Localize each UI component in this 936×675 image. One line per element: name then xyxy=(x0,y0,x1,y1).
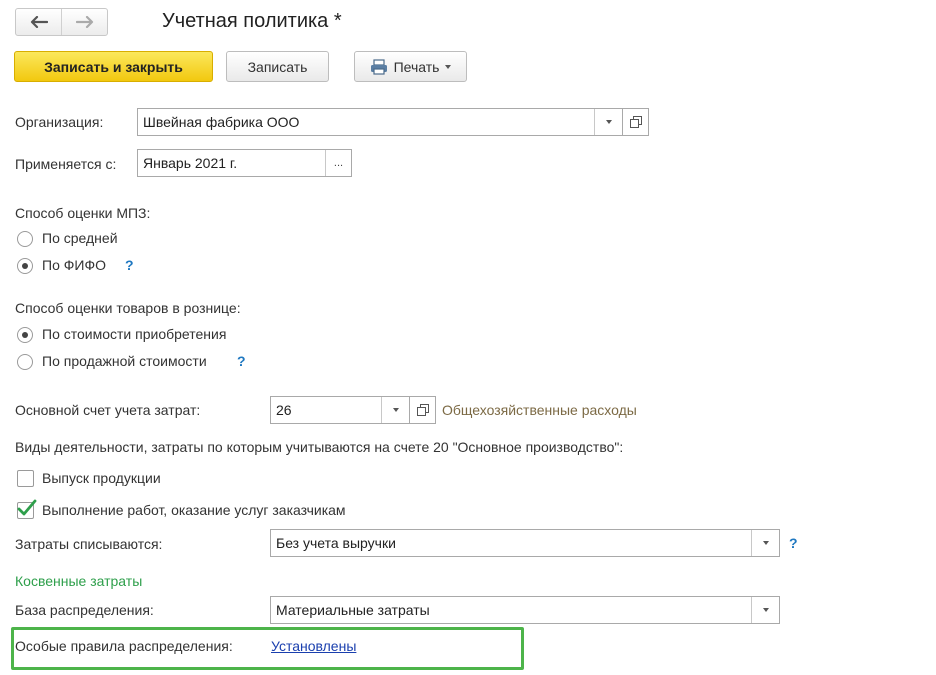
write-off-help-icon[interactable]: ? xyxy=(789,535,798,551)
checkbox-services-label: Выполнение работ, оказание услуг заказчи… xyxy=(42,502,346,518)
organization-field[interactable]: Швейная фабрика ООО xyxy=(137,108,623,136)
radio-selected-dot xyxy=(22,332,28,338)
radio-average-label: По средней xyxy=(42,230,118,246)
chevron-down-icon xyxy=(762,608,769,612)
save-button[interactable]: Записать xyxy=(226,51,329,82)
radio-fifo[interactable] xyxy=(17,258,33,274)
cost-account-field[interactable]: 26 xyxy=(270,396,410,424)
back-button[interactable] xyxy=(16,9,61,35)
distribution-base-field[interactable]: Материальные затраты xyxy=(270,596,780,624)
distribution-base-dropdown-button[interactable] xyxy=(751,597,779,623)
page-title: Учетная политика * xyxy=(162,10,342,32)
cost-account-value: 26 xyxy=(276,402,292,418)
cost-account-label: Основной счет учета затрат: xyxy=(15,402,201,418)
organization-open-button[interactable] xyxy=(623,108,649,136)
chevron-down-icon xyxy=(762,541,769,545)
mpz-help-icon[interactable]: ? xyxy=(125,257,134,273)
organization-value: Швейная фабрика ООО xyxy=(143,114,300,130)
print-label: Печать xyxy=(393,58,440,75)
retail-help-icon[interactable]: ? xyxy=(237,353,246,369)
radio-selected-dot xyxy=(22,263,28,269)
applies-from-value: Январь 2021 г. xyxy=(143,155,238,171)
chevron-down-icon xyxy=(445,64,452,69)
printer-icon xyxy=(370,58,387,75)
checkmark-icon xyxy=(17,499,37,516)
indirect-costs-title: Косвенные затраты xyxy=(15,573,143,589)
navigation-group xyxy=(15,8,108,36)
arrow-right-icon xyxy=(75,16,93,28)
print-button[interactable]: Печать xyxy=(354,51,467,82)
period-picker-button[interactable]: ... xyxy=(325,150,351,176)
checkbox-services[interactable] xyxy=(17,499,37,519)
radio-average[interactable] xyxy=(17,231,33,247)
checkbox-production[interactable] xyxy=(17,470,34,487)
distribution-base-label: База распределения: xyxy=(15,602,154,618)
cost-account-description[interactable]: Общехозяйственные расходы xyxy=(442,402,637,418)
radio-sale-cost-label: По продажной стоимости xyxy=(42,353,207,369)
forward-button[interactable] xyxy=(61,9,107,35)
write-off-label: Затраты списываются: xyxy=(15,536,163,552)
write-off-dropdown-button[interactable] xyxy=(751,530,779,556)
applies-from-field[interactable]: Январь 2021 г. ... xyxy=(137,149,352,177)
organization-label: Организация: xyxy=(15,114,104,130)
radio-purchase-cost-label: По стоимости приобретения xyxy=(42,326,227,342)
chevron-down-icon xyxy=(392,408,399,412)
radio-fifo-label: По ФИФО xyxy=(42,257,106,273)
radio-sale-cost[interactable] xyxy=(17,354,33,370)
cost-account-dropdown-button[interactable] xyxy=(381,397,409,423)
distribution-rules-label: Особые правила распределения: xyxy=(15,638,233,654)
write-off-value: Без учета выручки xyxy=(276,535,396,551)
distribution-base-value: Материальные затраты xyxy=(276,602,430,618)
distribution-rules-link[interactable]: Установлены xyxy=(271,638,356,654)
cost-account-open-button[interactable] xyxy=(410,396,436,424)
radio-purchase-cost[interactable] xyxy=(17,327,33,343)
applies-from-label: Применяется с: xyxy=(15,156,117,172)
save-and-close-button[interactable]: Записать и закрыть xyxy=(14,51,213,82)
write-off-field[interactable]: Без учета выручки xyxy=(270,529,780,557)
mpz-valuation-label: Способ оценки МПЗ: xyxy=(15,205,151,221)
organization-dropdown-button[interactable] xyxy=(594,109,622,135)
retail-valuation-label: Способ оценки товаров в рознице: xyxy=(15,300,241,316)
chevron-down-icon xyxy=(605,120,612,124)
open-form-icon xyxy=(416,404,429,416)
open-form-icon xyxy=(629,116,642,128)
arrow-left-icon xyxy=(30,16,48,28)
activities-label: Виды деятельности, затраты по которым уч… xyxy=(15,439,624,455)
checkbox-production-label: Выпуск продукции xyxy=(42,470,161,486)
